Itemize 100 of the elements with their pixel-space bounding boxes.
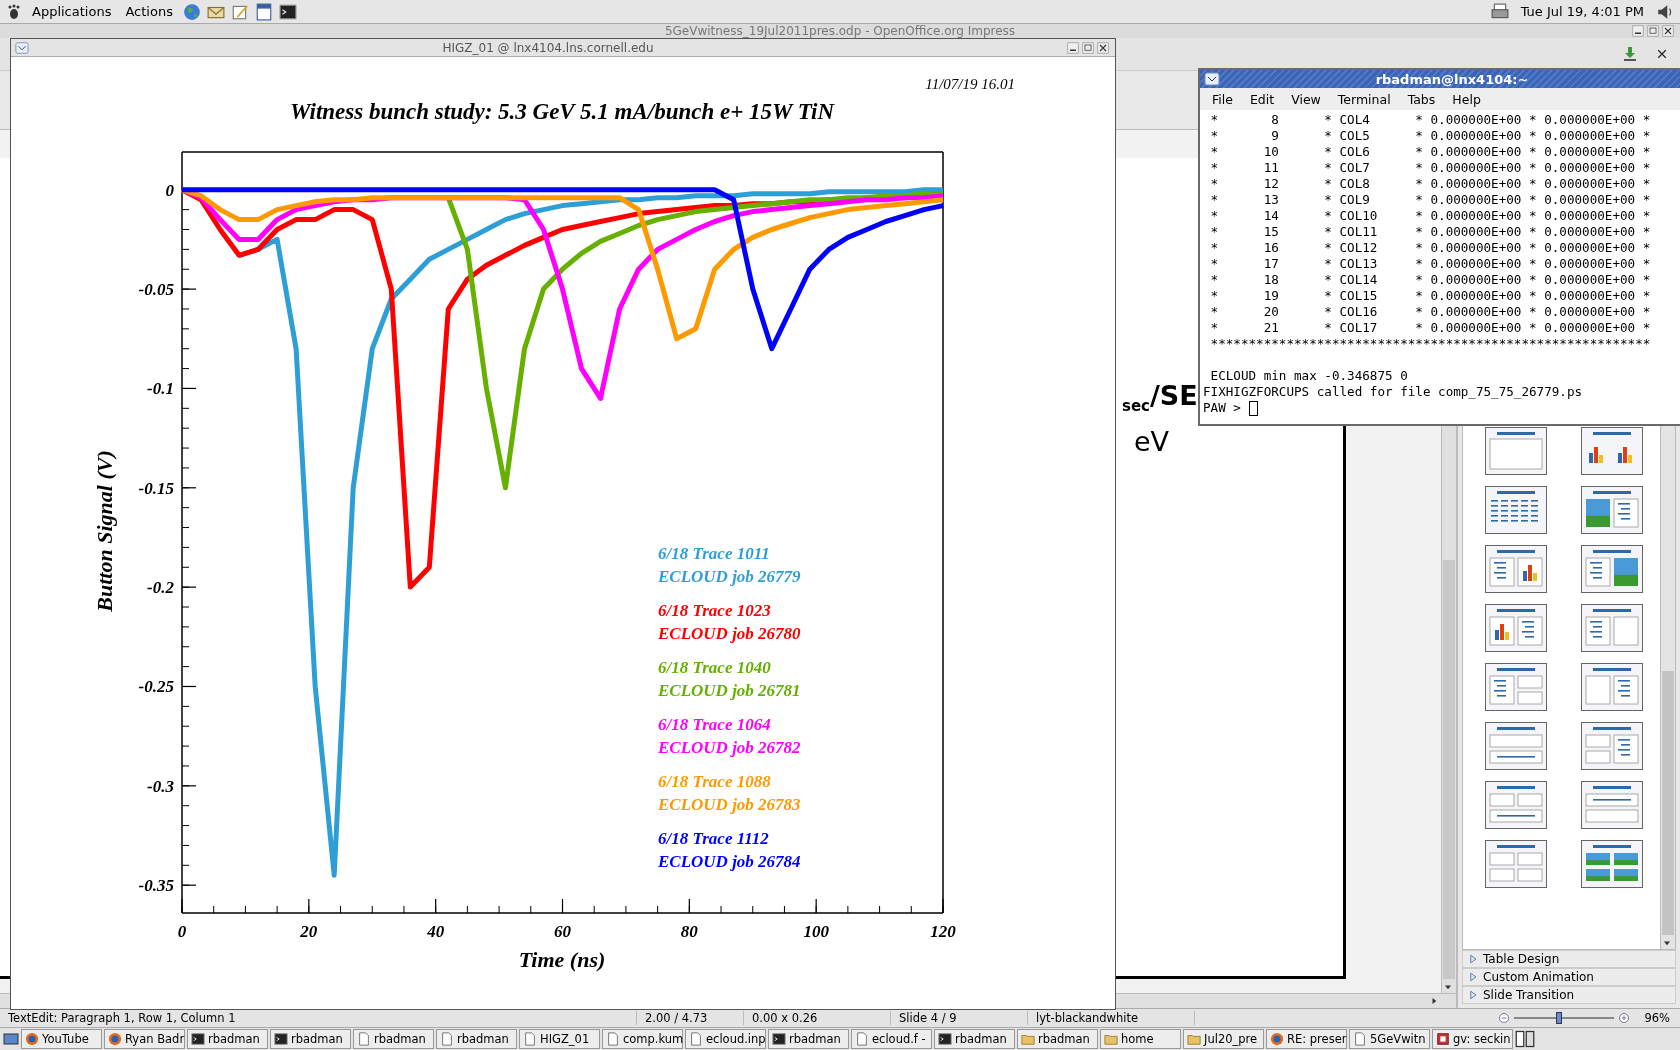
- maximize-icon[interactable]: [1647, 25, 1659, 37]
- status-text: 0.00 x 0.26: [744, 1011, 891, 1025]
- browser-icon: [25, 1032, 39, 1046]
- taskbar-button[interactable]: 5GeVwitn: [1349, 1029, 1430, 1049]
- layout-thumbnail[interactable]: [1485, 427, 1547, 475]
- pane-section[interactable]: Table Design: [1462, 950, 1676, 968]
- taskbar-button[interactable]: ecloud.f -: [851, 1029, 932, 1049]
- panel-menu[interactable]: Actions: [121, 4, 177, 19]
- minimize-icon[interactable]: [1067, 41, 1079, 54]
- tick-label: 120: [930, 922, 956, 941]
- expand-icon: [1467, 971, 1479, 983]
- layout-thumbnail[interactable]: [1581, 663, 1643, 711]
- terminal-icon[interactable]: [278, 2, 297, 21]
- expand-icon: [1467, 953, 1479, 965]
- window-menu-icon[interactable]: [1204, 71, 1220, 87]
- layout-thumbnail[interactable]: [1581, 781, 1643, 829]
- terminal-icon: [772, 1032, 786, 1046]
- taskbar-button[interactable]: comp.kum: [602, 1029, 683, 1049]
- layout-thumbnail[interactable]: [1581, 722, 1643, 770]
- folder-icon: [1187, 1032, 1201, 1046]
- scrollbar-thumb[interactable]: [1443, 560, 1455, 979]
- tick-label: -0.25: [138, 677, 174, 697]
- terminal-line: * 12 * COL8 * 0.000000E+00 * 0.000000E+00 *: [1209, 176, 1652, 192]
- minimize-icon[interactable]: [1632, 25, 1644, 37]
- terminal-line: * 19 * COL15 * 0.000000E+00 * 0.000000E+00 *: [1209, 288, 1652, 304]
- taskbar-button[interactable]: RE: preser: [1266, 1029, 1347, 1049]
- browser-icon: [1270, 1032, 1284, 1046]
- taskbar-button[interactable]: rbadman: [187, 1029, 268, 1049]
- pane-section[interactable]: Slide Transition: [1462, 986, 1676, 1004]
- scrollbar-thumb[interactable]: [1662, 671, 1674, 935]
- taskbar-button[interactable]: Ryan Badr: [104, 1029, 185, 1049]
- tick-label: -0.2: [147, 578, 174, 598]
- zoom-out-icon[interactable]: [1498, 1012, 1511, 1024]
- taskbar-button[interactable]: HIGZ_01: [519, 1029, 600, 1049]
- tick-label: 40: [427, 922, 445, 941]
- document-icon: [523, 1032, 537, 1046]
- document-icon: [689, 1032, 703, 1046]
- workspace-switcher-icon[interactable]: [1515, 1029, 1535, 1049]
- taskbar-button[interactable]: gv: seckin: [1432, 1029, 1513, 1049]
- terminal-line: * 15 * COL11 * 0.000000E+00 * 0.000000E+00 *: [1209, 224, 1652, 240]
- show-desktop-icon[interactable]: [3, 1031, 19, 1047]
- document-icon: [357, 1032, 371, 1046]
- layout-thumbnail[interactable]: [1581, 486, 1643, 534]
- slider-thumb[interactable]: [1556, 1012, 1563, 1024]
- close-icon[interactable]: [1662, 25, 1674, 37]
- maximize-icon[interactable]: [1082, 41, 1094, 54]
- layout-thumbnail[interactable]: [1485, 840, 1547, 888]
- taskbar-button[interactable]: rbadman: [353, 1029, 434, 1049]
- terminal-line: * 10 * COL6 * 0.000000E+00 * 0.000000E+00 *: [1209, 144, 1652, 160]
- taskbar-button[interactable]: home: [1100, 1029, 1181, 1049]
- document-icon: [606, 1032, 620, 1046]
- close-icon[interactable]: [1656, 48, 1668, 60]
- tick-label: -0.05: [138, 280, 174, 300]
- zoom-in-icon[interactable]: [1618, 1012, 1631, 1024]
- panel-menu[interactable]: Applications: [28, 4, 116, 19]
- printer-icon[interactable]: [1490, 2, 1509, 21]
- legend-label: ECLOUD job 26779: [658, 567, 801, 586]
- taskbar-button[interactable]: ecloud.inp: [685, 1029, 766, 1049]
- layout-thumbnail[interactable]: [1485, 781, 1547, 829]
- menu-item[interactable]: Terminal: [1337, 91, 1391, 107]
- legend-label: ECLOUD job 26782: [658, 738, 801, 757]
- legend-label: ECLOUD job 26784: [658, 852, 801, 871]
- taskbar-button[interactable]: rbadman: [436, 1029, 517, 1049]
- terminal-line: * 17 * COL13 * 0.000000E+00 * 0.000000E+00 *: [1209, 256, 1652, 272]
- taskbar-button[interactable]: Jul20_pre: [1183, 1029, 1264, 1049]
- terminal-line: * 11 * COL7 * 0.000000E+00 * 0.000000E+00 *: [1209, 160, 1652, 176]
- layout-thumbnail[interactable]: [1485, 545, 1547, 593]
- taskbar-button[interactable]: rbadman: [270, 1029, 351, 1049]
- clock[interactable]: Tue Jul 19, 4:01 PM: [1514, 4, 1650, 19]
- menu-item[interactable]: Help: [1452, 91, 1481, 107]
- pane-section[interactable]: Custom Animation: [1462, 968, 1676, 986]
- menu-item[interactable]: Edit: [1249, 91, 1275, 107]
- layout-thumbnail[interactable]: [1485, 604, 1547, 652]
- foot-icon[interactable]: [6, 3, 22, 20]
- layout-thumbnail[interactable]: [1485, 663, 1547, 711]
- layout-thumbnail[interactable]: [1581, 545, 1643, 593]
- menu-item[interactable]: View: [1291, 91, 1321, 107]
- legend-label: 6/18 Trace 1040: [658, 658, 771, 677]
- terminal-line: FIXHIGZFORCUPS called for file comp_75_75_26779.ps: [1203, 384, 1584, 400]
- folder-icon: [1021, 1032, 1035, 1046]
- taskbar-button[interactable]: YouTube: [21, 1029, 102, 1049]
- close-icon[interactable]: [1097, 41, 1109, 54]
- taskbar-button[interactable]: rbadman: [768, 1029, 849, 1049]
- layout-thumbnail[interactable]: [1485, 722, 1547, 770]
- layout-thumbnail[interactable]: [1581, 427, 1643, 475]
- layout-thumbnail[interactable]: [1581, 604, 1643, 652]
- menu-item[interactable]: File: [1212, 91, 1233, 107]
- browser-icon: [108, 1032, 122, 1046]
- download-icon[interactable]: [1622, 46, 1638, 62]
- slide-text: $_{sec}$/SE: [1122, 380, 1198, 418]
- globe-icon[interactable]: [182, 2, 201, 21]
- notepad-icon[interactable]: [254, 2, 273, 21]
- taskbar-button[interactable]: rbadman: [934, 1029, 1015, 1049]
- slide-text: eV: [1133, 426, 1171, 459]
- legend-label: 6/18 Trace 1011: [658, 544, 770, 563]
- layout-thumbnail[interactable]: [1485, 486, 1547, 534]
- taskbar-button[interactable]: rbadman: [1017, 1029, 1098, 1049]
- menu-item[interactable]: Tabs: [1407, 91, 1436, 107]
- chart-title: Witness bunch study: 5.3 GeV 5.1 mA/bunch e+ 15W TiN: [289, 99, 835, 124]
- layout-thumbnail[interactable]: [1581, 840, 1643, 888]
